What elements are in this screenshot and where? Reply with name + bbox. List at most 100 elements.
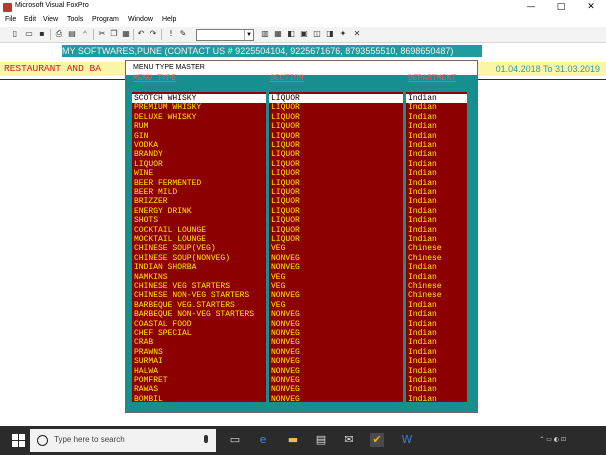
menu-type-cell[interactable]: LIQUOR <box>132 160 266 169</box>
department-cell[interactable]: Indian <box>406 122 467 131</box>
department-cell[interactable]: Indian <box>406 273 467 282</box>
help-icon[interactable]: ✦ <box>338 29 348 39</box>
data-session-icon[interactable]: ▦ <box>273 29 283 39</box>
new-file-icon[interactable]: ▯ <box>10 29 20 39</box>
department-cell[interactable]: Indian <box>406 320 467 329</box>
section-cell[interactable]: VEG <box>269 273 403 282</box>
department-cell[interactable]: Chinese <box>406 282 467 291</box>
section-cell[interactable]: LIQUOR <box>269 122 403 131</box>
department-cell[interactable]: Indian <box>406 160 467 169</box>
menu-type-cell[interactable]: PREMIUM WHISKY <box>132 103 266 112</box>
menu-type-cell[interactable]: BOMBIL <box>132 395 266 404</box>
department-cell[interactable]: Indian <box>406 235 467 244</box>
section-cell[interactable]: NONVEG <box>269 320 403 329</box>
edge-icon[interactable]: e <box>256 433 270 447</box>
section-cell[interactable]: LIQUOR <box>269 132 403 141</box>
department-cell[interactable]: Indian <box>406 197 467 206</box>
menu-type-cell[interactable]: BEER FERMENTED <box>132 179 266 188</box>
menu-program[interactable]: Program <box>92 16 119 23</box>
section-cell[interactable]: NONVEG <box>269 385 403 394</box>
autoreport-icon[interactable]: ◨ <box>325 29 335 39</box>
menu-help[interactable]: Help <box>162 16 176 23</box>
menu-type-cell[interactable]: HALWA <box>132 367 266 376</box>
section-cell[interactable]: VEG <box>269 282 403 291</box>
chevron-down-icon[interactable]: ▼ <box>244 30 253 40</box>
department-cell[interactable]: Indian <box>406 179 467 188</box>
menu-tools[interactable]: Tools <box>67 16 83 23</box>
section-cell[interactable]: LIQUOR <box>269 141 403 150</box>
menu-type-cell[interactable]: CHINESE VEG STARTERS <box>132 282 266 291</box>
section-cell[interactable]: NONVEG <box>269 357 403 366</box>
mail-icon[interactable]: ✉ <box>342 433 356 447</box>
store-icon[interactable]: ▤ <box>314 433 328 447</box>
open-folder-icon[interactable]: ▭ <box>24 29 34 39</box>
close-button[interactable]: ✕ <box>576 0 606 15</box>
section-cell[interactable]: LIQUOR <box>269 197 403 206</box>
section-cell[interactable]: NONVEG <box>269 329 403 338</box>
department-cell[interactable]: Indian <box>406 348 467 357</box>
department-cell[interactable]: Indian <box>406 357 467 366</box>
spelling-icon[interactable]: ᴬ <box>80 29 90 39</box>
department-cell[interactable]: Indian <box>406 329 467 338</box>
department-cell[interactable]: Indian <box>406 103 467 112</box>
menu-type-cell[interactable]: COCKTAIL LOUNGE <box>132 226 266 235</box>
department-cell[interactable]: Indian <box>406 94 467 103</box>
section-cell[interactable]: NONVEG <box>269 263 403 272</box>
menu-type-cell[interactable]: PRAWNS <box>132 348 266 357</box>
section-cell[interactable]: LIQUOR <box>269 150 403 159</box>
print-icon[interactable]: ⎙ <box>54 29 64 39</box>
menu-type-cell[interactable]: RUM <box>132 122 266 131</box>
menu-type-cell[interactable]: POMFRET <box>132 376 266 385</box>
cut-icon[interactable]: ✂ <box>97 29 107 39</box>
department-cell[interactable]: Indian <box>406 169 467 178</box>
section-cell[interactable]: LIQUOR <box>269 207 403 216</box>
section-cell[interactable]: VEG <box>269 301 403 310</box>
department-cell[interactable]: Indian <box>406 150 467 159</box>
department-cell[interactable]: Chinese <box>406 291 467 300</box>
menu-type-cell[interactable]: SHOTS <box>132 216 266 225</box>
menu-type-cell[interactable]: GIN <box>132 132 266 141</box>
menu-window[interactable]: Window <box>128 16 153 23</box>
paste-icon[interactable]: ▦ <box>121 29 131 39</box>
toolbar-combobox[interactable]: ▼ <box>196 29 254 41</box>
department-cell[interactable]: Chinese <box>406 244 467 253</box>
section-cell[interactable]: LIQUOR <box>269 113 403 122</box>
department-cell[interactable]: Indian <box>406 338 467 347</box>
section-cell[interactable]: LIQUOR <box>269 188 403 197</box>
foxpro-icon[interactable]: ✔ <box>370 433 384 447</box>
menu-file[interactable]: File <box>5 16 16 23</box>
department-cell[interactable]: Indian <box>406 395 467 404</box>
maximize-button[interactable]: □ <box>546 0 576 15</box>
menu-view[interactable]: View <box>43 16 58 23</box>
menu-type-column[interactable]: SCOTCH WHISKY PREMIUM WHISKY DELUXE WHISKY… <box>132 92 266 404</box>
section-cell[interactable]: NONVEG <box>269 367 403 376</box>
department-cell[interactable]: Indian <box>406 132 467 141</box>
tools-icon[interactable]: ✕ <box>352 29 362 39</box>
section-cell[interactable]: LIQUOR <box>269 216 403 225</box>
menu-type-cell[interactable]: CHINESE SOUP(NONVEG) <box>132 254 266 263</box>
section-cell[interactable]: VEG <box>269 244 403 253</box>
department-cell[interactable]: Indian <box>406 310 467 319</box>
department-cell[interactable]: Indian <box>406 113 467 122</box>
department-cell[interactable]: Indian <box>406 376 467 385</box>
menu-type-cell[interactable]: WINE <box>132 169 266 178</box>
section-cell[interactable]: NONVEG <box>269 254 403 263</box>
menu-type-cell[interactable]: RAWAS <box>132 385 266 394</box>
menu-type-cell[interactable]: NAMKINS <box>132 273 266 282</box>
modify-form-icon[interactable]: ✎ <box>178 29 188 39</box>
taskbar-search-box[interactable]: Type here to search <box>30 429 216 452</box>
menu-type-cell[interactable]: ENERGY DRINK <box>132 207 266 216</box>
windows-start-icon[interactable] <box>12 434 25 447</box>
department-cell[interactable]: Indian <box>406 141 467 150</box>
section-cell[interactable]: LIQUOR <box>269 160 403 169</box>
section-cell[interactable]: LIQUOR <box>269 179 403 188</box>
department-cell[interactable]: Indian <box>406 216 467 225</box>
section-cell[interactable]: LIQUOR <box>269 94 403 103</box>
report-wizard-icon[interactable]: ▣ <box>299 29 309 39</box>
section-cell[interactable]: NONVEG <box>269 338 403 347</box>
department-cell[interactable]: Indian <box>406 367 467 376</box>
menu-type-cell[interactable]: SCOTCH WHISKY <box>132 94 266 103</box>
department-cell[interactable]: Chinese <box>406 254 467 263</box>
menu-type-cell[interactable]: COASTAL FOOD <box>132 320 266 329</box>
menu-type-cell[interactable]: BEER MILD <box>132 188 266 197</box>
